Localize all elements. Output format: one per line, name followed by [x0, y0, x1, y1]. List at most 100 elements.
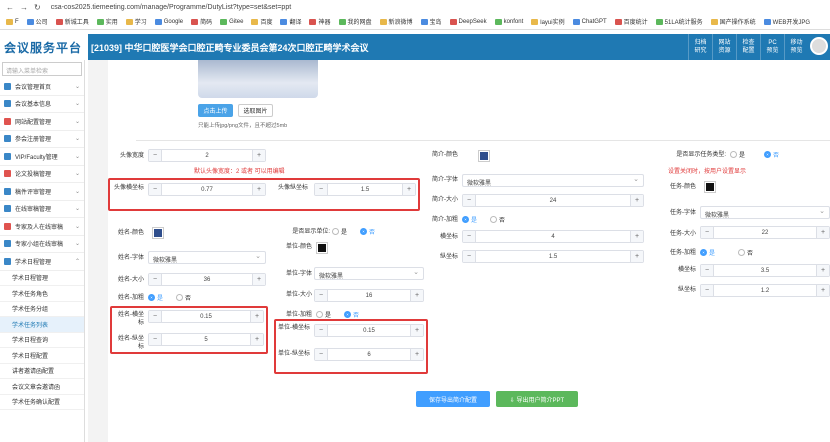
plus-icon[interactable]: + [410, 349, 423, 360]
bookmark-item[interactable]: 神器 [309, 17, 331, 26]
sidebar-item[interactable]: 在线审稿管理 ⌄ [0, 201, 84, 218]
top-nav-item[interactable]: PC 预览 [760, 34, 784, 60]
name-bold-yes-radio[interactable]: 是 [148, 293, 163, 302]
avatar-width-stepper[interactable]: −2 + [148, 149, 266, 162]
show-unit-no-radio[interactable]: 否 [360, 227, 375, 236]
bookmark-item[interactable]: 国产操作系统 [710, 17, 756, 26]
minus-icon[interactable]: − [463, 195, 476, 206]
top-nav-item[interactable]: 归档 研究 [688, 34, 712, 60]
task-bold-yes-radio[interactable]: 是 [700, 248, 715, 257]
sidebar-item[interactable]: 稿件评审管理 ⌄ [0, 183, 84, 201]
plus-icon[interactable]: + [252, 274, 265, 285]
bookmark-item[interactable]: 我的网盘 [338, 17, 372, 26]
plus-icon[interactable]: + [250, 334, 263, 345]
sidebar-item[interactable]: 专家及人在线审稿 ⌄ [0, 218, 84, 236]
intro-x-stepper[interactable]: −4 + [462, 230, 644, 243]
unit-y-stepper[interactable]: −6 + [314, 348, 424, 361]
task-x-stepper[interactable]: −3.5 + [700, 264, 830, 277]
minus-icon[interactable]: − [315, 349, 328, 360]
sidebar-item[interactable]: 论文投稿管理 ⌄ [0, 166, 84, 183]
sidebar-subitem[interactable]: 学术任务列表 [0, 317, 84, 333]
minus-icon[interactable]: − [701, 265, 714, 276]
minus-icon[interactable]: − [149, 150, 162, 161]
plus-icon[interactable]: + [252, 150, 265, 161]
plus-icon[interactable]: + [630, 231, 643, 242]
intro-bold-yes-radio[interactable]: 是 [462, 215, 477, 224]
plus-icon[interactable]: + [410, 325, 423, 336]
bookmark-item[interactable]: Gitee [220, 18, 243, 25]
show-task-no-radio[interactable]: 否 [764, 150, 779, 159]
minus-icon[interactable]: − [701, 285, 714, 296]
sidebar-item[interactable]: 网站配置管理 ⌄ [0, 113, 84, 131]
forward-icon[interactable]: → [20, 3, 28, 12]
unit-color-picker[interactable] [316, 242, 328, 254]
bookmark-item[interactable]: Google [154, 18, 183, 25]
back-icon[interactable]: ← [6, 3, 14, 12]
name-y-stepper[interactable]: −5 + [148, 333, 264, 346]
plus-icon[interactable]: + [250, 311, 263, 322]
avatar-y-stepper[interactable]: −1.5 + [314, 183, 416, 196]
bookmark-item[interactable]: 实用 [96, 17, 118, 26]
sidebar-item[interactable]: 学术日程管理 ⌃ [0, 253, 84, 271]
select-image-button[interactable]: 选取图片 [238, 104, 273, 117]
name-font-select[interactable]: 微软雅黑 [148, 251, 266, 264]
bookmark-item[interactable]: 百度 [251, 17, 272, 26]
name-bold-no-radio[interactable]: 否 [176, 293, 191, 302]
task-color-picker[interactable] [704, 181, 716, 193]
intro-font-select[interactable]: 微软雅黑 [462, 174, 644, 187]
unit-x-stepper[interactable]: −0.15 + [314, 324, 424, 337]
plus-icon[interactable]: + [402, 184, 415, 195]
name-color-picker[interactable] [152, 227, 164, 239]
reload-icon[interactable]: ↻ [34, 3, 41, 12]
avatar[interactable] [810, 37, 828, 55]
bookmark-item[interactable]: 翻译 [280, 17, 301, 26]
bookmark-item[interactable]: 百度统计 [614, 17, 648, 26]
top-nav-item[interactable]: 检查 配置 [736, 34, 760, 60]
name-x-stepper[interactable]: −0.15 + [148, 310, 264, 323]
show-task-yes-radio[interactable]: 是 [730, 150, 745, 159]
plus-icon[interactable]: + [816, 285, 829, 296]
export-ppt-button[interactable]: ⇩ 导出用户简介PPT [496, 391, 578, 407]
bookmark-item[interactable]: 51LA统计服务 [655, 17, 703, 26]
minus-icon[interactable]: − [149, 334, 162, 345]
unit-bold-no-radio[interactable]: 否 [344, 310, 359, 319]
sidebar-item[interactable]: 会议管理首页 ⌄ [0, 78, 84, 96]
intro-color-picker[interactable] [478, 150, 490, 162]
plus-icon[interactable]: + [410, 290, 423, 301]
intro-bold-no-radio[interactable]: 否 [490, 215, 505, 224]
sidebar-item[interactable]: 会议基本信息 ⌄ [0, 96, 84, 113]
bookmark-item[interactable]: 宝岛 [420, 17, 442, 26]
plus-icon[interactable]: + [630, 251, 643, 262]
sidebar-item[interactable]: 参会注册管理 ⌄ [0, 131, 84, 148]
plus-icon[interactable]: + [252, 184, 265, 195]
minus-icon[interactable]: − [315, 325, 328, 336]
address-bar[interactable]: csa-cos2025.tiemeeting.com/manage/Progra… [51, 4, 291, 11]
minus-icon[interactable]: − [463, 231, 476, 242]
bookmark-item[interactable]: 学习 [125, 17, 147, 26]
task-y-stepper[interactable]: −1.2 + [700, 284, 830, 297]
bookmark-item[interactable]: 新浪微博 [379, 17, 413, 26]
bookmark-item[interactable]: DeepSeek [449, 18, 487, 25]
intro-size-stepper[interactable]: −24 + [462, 194, 644, 207]
save-config-button[interactable]: 保存导出简介配置 [416, 391, 490, 407]
avatar-x-stepper[interactable]: −0.77 + [148, 183, 266, 196]
sidebar-subitem[interactable]: 学术任务分组 [0, 302, 84, 317]
app-logo[interactable]: 会议服务平台 [0, 34, 88, 60]
unit-size-stepper[interactable]: −16 + [314, 289, 424, 302]
bookmark-item[interactable]: 公司 [26, 17, 48, 26]
unit-bold-yes-radio[interactable]: 是 [316, 310, 331, 319]
intro-y-stepper[interactable]: −1.5 + [462, 250, 644, 263]
sidebar-subitem[interactable]: 学术日程查询 [0, 333, 84, 348]
minus-icon[interactable]: − [149, 184, 162, 195]
plus-icon[interactable]: + [816, 265, 829, 276]
plus-icon[interactable]: + [630, 195, 643, 206]
menu-search-input[interactable]: 请输入菜单检索 [2, 62, 82, 76]
sidebar-subitem[interactable]: 会议文章会邀请函 [0, 379, 84, 395]
sidebar-subitem[interactable]: 学术日程配置 [0, 348, 84, 364]
task-size-stepper[interactable]: −22 + [700, 226, 830, 239]
minus-icon[interactable]: − [149, 311, 162, 322]
show-unit-yes-radio[interactable]: 是 [332, 227, 347, 236]
task-bold-no-radio[interactable]: 否 [738, 248, 753, 257]
bookmark-item[interactable]: layui实例 [531, 17, 565, 26]
sidebar-subitem[interactable]: 学术任务确认配置 [0, 395, 84, 410]
